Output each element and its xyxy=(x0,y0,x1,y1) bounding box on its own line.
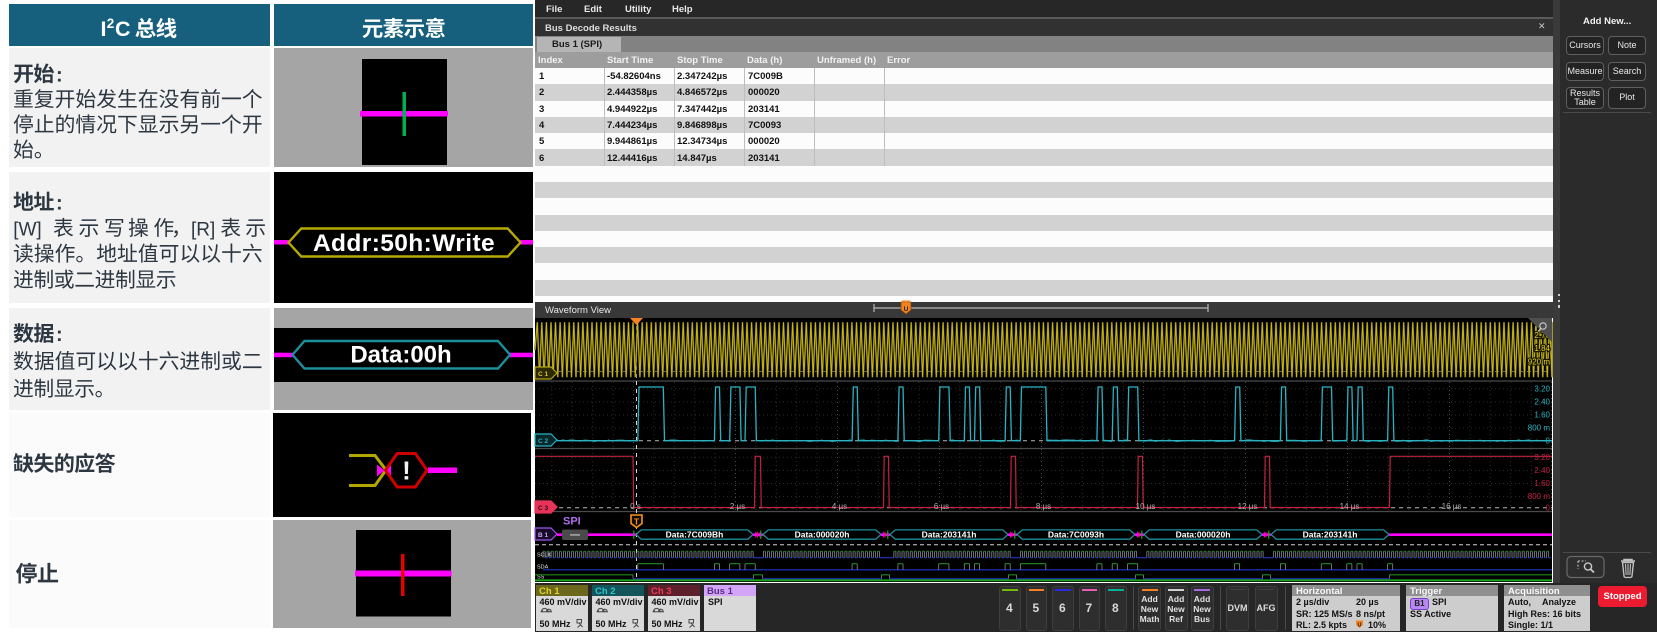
svg-text:0 s: 0 s xyxy=(630,502,641,511)
svg-text:Waveform View: Waveform View xyxy=(545,305,611,316)
svg-text:Data:000020h: Data:000020h xyxy=(1176,529,1231,539)
svg-text:2.40: 2.40 xyxy=(1534,466,1550,475)
svg-text:2 µs: 2 µs xyxy=(730,502,745,511)
svg-text:800 m: 800 m xyxy=(1528,424,1551,433)
svg-text:0: 0 xyxy=(1546,504,1551,513)
svg-text:T: T xyxy=(634,516,640,526)
svg-text:Data:7C009Bh: Data:7C009Bh xyxy=(666,529,724,539)
svg-text:Data:203141h: Data:203141h xyxy=(1303,529,1358,539)
svg-text:C 2: C 2 xyxy=(538,438,549,445)
svg-text:Data:203141h: Data:203141h xyxy=(922,529,977,539)
svg-text:14 µs: 14 µs xyxy=(1340,502,1360,511)
svg-text::: : xyxy=(56,324,63,346)
svg-text:10 µs: 10 µs xyxy=(1136,502,1156,511)
svg-text:Data:000020h: Data:000020h xyxy=(795,529,850,539)
svg-text:1.84: 1.84 xyxy=(1534,344,1550,353)
svg-text:[R]: [R] xyxy=(191,219,215,240)
svg-text:920 m: 920 m xyxy=(1528,357,1551,366)
svg-text:[W]: [W] xyxy=(13,219,42,240)
svg-text:C: C xyxy=(115,17,131,41)
svg-text:6 µs: 6 µs xyxy=(934,502,949,511)
svg-text:2: 2 xyxy=(107,16,115,31)
svg-text:16 µs: 16 µs xyxy=(1442,502,1462,511)
svg-text:U: U xyxy=(1358,622,1362,628)
svg-text:Data:00h: Data:00h xyxy=(350,342,451,369)
svg-text:1.60: 1.60 xyxy=(1534,479,1550,488)
svg-text:3.20: 3.20 xyxy=(1534,453,1550,462)
svg-text:!: ! xyxy=(402,456,411,486)
svg-text:4 µs: 4 µs xyxy=(832,502,847,511)
svg-text::: : xyxy=(56,192,63,214)
svg-text:12 µs: 12 µs xyxy=(1238,502,1258,511)
svg-text:I: I xyxy=(101,17,107,41)
svg-text:C 1: C 1 xyxy=(538,371,549,378)
svg-text:Data:7C0093h: Data:7C0093h xyxy=(1048,529,1104,539)
svg-text:C 3: C 3 xyxy=(538,505,549,512)
svg-text:U: U xyxy=(904,306,909,313)
svg-text:0: 0 xyxy=(1546,437,1551,446)
svg-text:SPI: SPI xyxy=(563,516,581,528)
svg-text:2.40: 2.40 xyxy=(1534,397,1550,406)
svg-text:800 m: 800 m xyxy=(1528,492,1551,501)
svg-text::: : xyxy=(56,64,63,86)
svg-text:B 1: B 1 xyxy=(538,532,549,539)
svg-text:1.60: 1.60 xyxy=(1534,411,1550,420)
svg-text:3.20: 3.20 xyxy=(1534,384,1550,393)
svg-text:8 µs: 8 µs xyxy=(1036,502,1051,511)
svg-text:Addr:50h:Write: Addr:50h:Write xyxy=(313,230,495,257)
